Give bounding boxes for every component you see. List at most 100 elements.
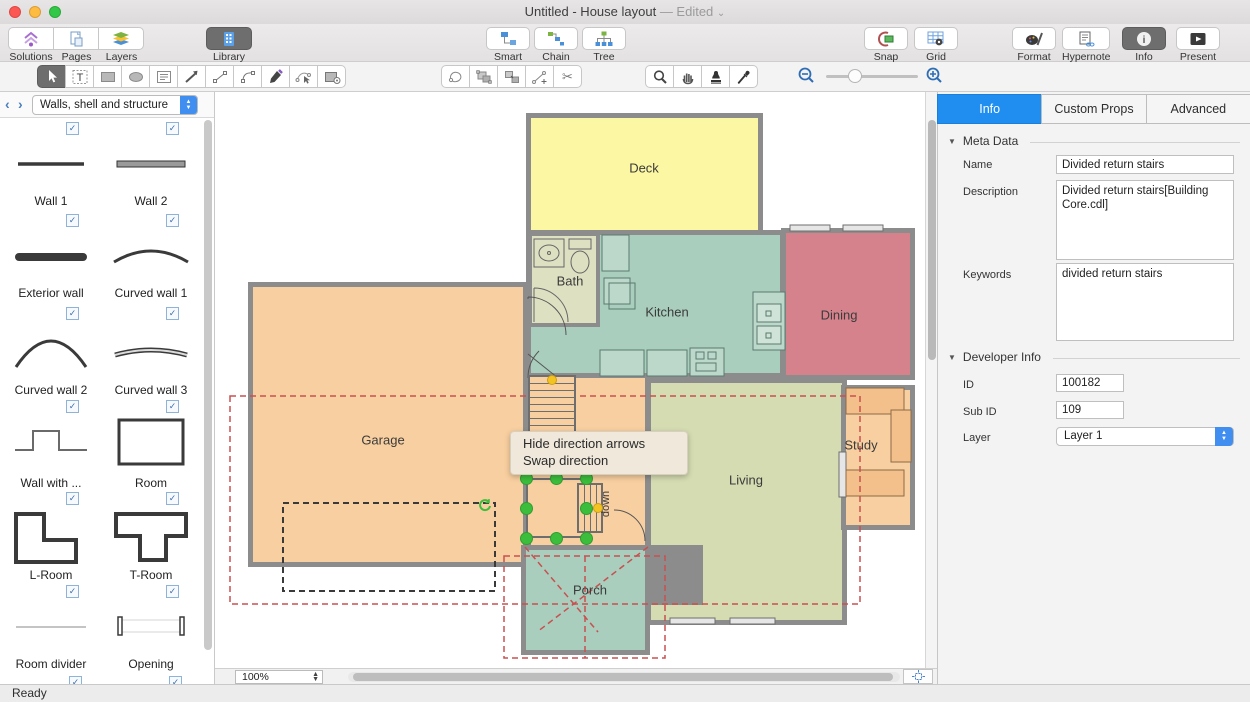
arc-tool[interactable] [233,65,262,88]
stencil-checkbox[interactable]: ✓ [166,400,179,413]
stencil-checkbox[interactable]: ✓ [66,400,79,413]
edited-status[interactable]: — Edited [660,4,713,19]
snap-button[interactable]: Snap [864,27,908,63]
ungroup-tool[interactable] [497,65,526,88]
node-edit-tool[interactable] [289,65,318,88]
stencil-curved-wall-3[interactable]: ✓ Curved wall 3 [101,307,201,399]
stencil-checkbox[interactable]: ✓ [166,492,179,505]
crop-shape-tool[interactable] [317,65,346,88]
zoom-out-button[interactable] [796,66,818,91]
selection-handle[interactable] [550,532,563,545]
stencil-exterior-wall[interactable]: ✓ Exterior wall [1,214,101,306]
menu-item-hide-arrows[interactable]: Hide direction arrows [511,435,687,452]
library-back-button[interactable]: ‹ [5,96,10,112]
drawing-canvas[interactable]: Deck Bath Kitchen Dining Garage Study Li… [215,92,925,668]
stencil-opening[interactable]: ✓ Opening [101,585,201,677]
pointer-tool[interactable] [37,65,66,88]
horizontal-scrollbar-thumb[interactable] [353,673,893,681]
tab-info[interactable]: Info [937,94,1042,124]
library-forward-button[interactable]: › [18,96,23,112]
pen-tool[interactable] [261,65,290,88]
connector-tool[interactable] [177,65,206,88]
stencil-wall-with-door[interactable]: ✓ Wall with ... [1,400,101,492]
tab-advanced[interactable]: Advanced [1146,94,1250,124]
stencil-checkbox[interactable]: ✓ [169,676,182,684]
sidebar-scrollbar[interactable] [204,120,212,650]
title-chevron-icon[interactable]: ⌄ [717,8,725,19]
format-button[interactable]: Format [1012,27,1056,63]
tree-button[interactable]: Tree [582,27,626,63]
stencil-checkbox[interactable]: ✓ [66,585,79,598]
rotate-handle[interactable] [478,498,492,512]
stencil-checkbox[interactable]: ✓ [66,307,79,320]
selection-handle[interactable] [580,502,593,515]
stencil-checkbox[interactable]: ✓ [166,214,179,227]
present-button[interactable]: Present [1176,27,1220,63]
tab-custom-props[interactable]: Custom Props [1041,94,1146,124]
rectangle-tool[interactable] [93,65,122,88]
disclosure-triangle-icon[interactable]: ▼ [948,353,956,362]
smart-button[interactable]: Smart [486,27,530,63]
stencil-curved-wall-1[interactable]: ✓ Curved wall 1 [101,214,201,306]
chain-button[interactable]: Chain [534,27,578,63]
keywords-field-input[interactable]: divided return stairs [1056,263,1234,341]
stencil-checkbox[interactable]: ✓ [66,492,79,505]
stencil-room-divider[interactable]: ✓ Room divider [1,585,101,677]
zoom-slider[interactable] [826,75,918,78]
subid-field-input[interactable] [1056,401,1124,419]
stencil-checkbox[interactable]: ✓ [166,307,179,320]
direction-handle[interactable] [547,375,557,385]
garage-guide-rect[interactable] [283,503,495,591]
vertical-scrollbar-thumb[interactable] [928,120,936,360]
stencil-room[interactable]: ✓ Room [101,400,201,492]
menu-item-swap-direction[interactable]: Swap direction [511,452,687,469]
grid-button[interactable]: Grid [914,27,958,63]
description-field-input[interactable]: Divided return stairs[Building Core.cdl] [1056,180,1234,260]
meta-data-section-header[interactable]: ▼ Meta Data [948,134,1018,148]
selection-handle[interactable] [580,532,593,545]
developer-info-section-header[interactable]: ▼ Developer Info [948,350,1041,364]
stencil-checkbox[interactable]: ✓ [166,585,179,598]
stencil-l-room[interactable]: ✓ L-Room [1,492,101,584]
lasso-tool[interactable] [441,65,470,88]
library-button[interactable]: Library [206,27,252,63]
zoom-stepper-icon[interactable]: ▲▼ [312,672,319,682]
stencil-curved-wall-2[interactable]: ✓ Curved wall 2 [1,307,101,399]
info-button[interactable]: i Info [1122,27,1166,63]
horizontal-scrollbar[interactable] [348,672,900,682]
id-field-input[interactable] [1056,374,1124,392]
ellipse-tool[interactable] [121,65,150,88]
split-tool[interactable]: ✂ [553,65,582,88]
pan-tool[interactable] [673,65,702,88]
stencil-t-room[interactable]: ✓ T-Room [101,492,201,584]
stamp-tool[interactable] [701,65,730,88]
stencil-checkbox[interactable]: ✓ [66,122,79,135]
canvas-zoom-select[interactable]: 100% ▲▼ [235,670,323,684]
library-select-stepper-icon[interactable]: ▲▼ [180,96,197,114]
add-segment-tool[interactable] [525,65,554,88]
line-tool[interactable] [205,65,234,88]
layers-button[interactable]: Layers [99,27,144,63]
hypernote-button[interactable]: Hypernote [1062,27,1110,63]
name-field-input[interactable] [1056,155,1234,174]
library-select[interactable]: Walls, shell and structure ▲▼ [32,95,198,115]
eyedropper-tool[interactable] [729,65,758,88]
stencil-wall-1[interactable]: ✓ Wall 1 [1,122,101,214]
stencil-wall-2[interactable]: ✓ Wall 2 [101,122,201,214]
fit-page-button[interactable] [903,669,933,684]
stencil-checkbox[interactable]: ✓ [69,676,82,684]
solutions-button[interactable]: Solutions [8,27,54,63]
zoom-tool[interactable] [645,65,674,88]
vertical-scrollbar[interactable] [925,92,937,668]
disclosure-triangle-icon[interactable]: ▼ [948,137,956,146]
direction-handle[interactable] [593,503,603,513]
stencil-checkbox[interactable]: ✓ [166,122,179,135]
stencil-checkbox[interactable]: ✓ [66,214,79,227]
group-tool[interactable] [469,65,498,88]
layer-select[interactable]: Layer 1 ▲▼ [1056,427,1234,446]
text-tool[interactable]: T [65,65,94,88]
layer-select-stepper-icon[interactable]: ▲▼ [1215,427,1233,446]
zoom-slider-knob[interactable] [848,69,862,83]
text-block-tool[interactable] [149,65,178,88]
selection-handle[interactable] [520,502,533,515]
